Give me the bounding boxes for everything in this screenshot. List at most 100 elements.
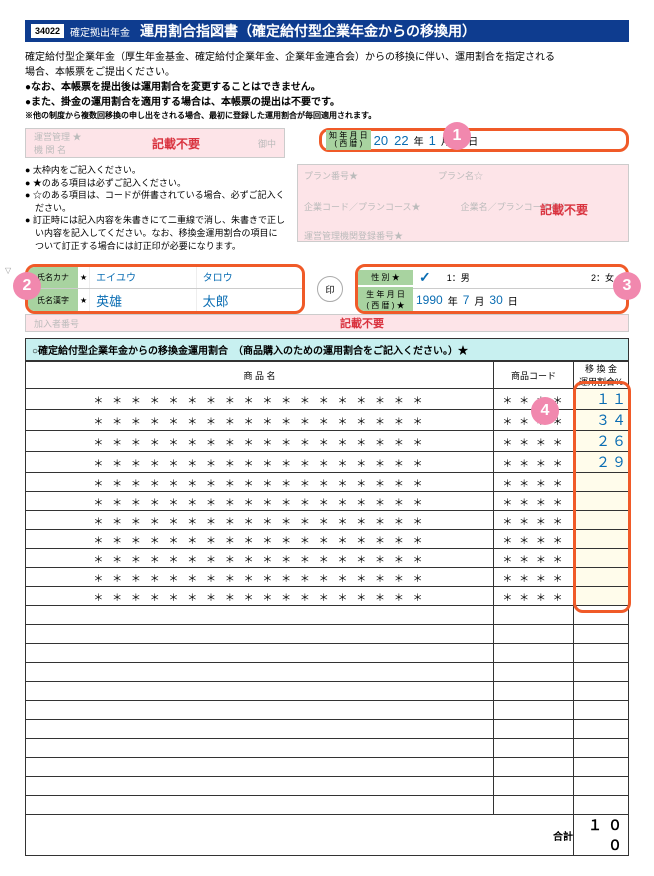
callout-3: 3 bbox=[613, 272, 641, 300]
plan-label: プラン名☆ bbox=[438, 169, 483, 182]
product-code-cell: ＊ ＊ ＊ ＊ bbox=[494, 530, 574, 549]
not-needed-text: 記載不要 bbox=[96, 315, 628, 331]
intro-line: 確定給付型企業年金（厚生年金基金、確定給付企業年金、企業年金連合会）からの移換に… bbox=[25, 50, 629, 65]
header-bar: 34022 確定拠出年金 運用割合指図書（確定給付型企業年金からの移換用） bbox=[25, 20, 629, 42]
empty-cell bbox=[26, 644, 494, 663]
percent-cell[interactable] bbox=[574, 549, 629, 568]
product-name-cell: ＊ ＊ ＊ ＊ ＊ ＊ ＊ ＊ ＊ ＊ ＊ ＊ ＊ ＊ ＊ ＊ ＊ ＊ bbox=[26, 473, 494, 492]
table-row: ＊ ＊ ＊ ＊ ＊ ＊ ＊ ＊ ＊ ＊ ＊ ＊ ＊ ＊ ＊ ＊ ＊ ＊＊ ＊ ＊… bbox=[26, 473, 629, 492]
empty-cell bbox=[494, 758, 574, 777]
product-code-cell: ＊ ＊ ＊ ＊ bbox=[494, 568, 574, 587]
instruction-list: ● 太枠内をご記入ください。 ● ★のある項目は必ずご記入ください。 ● ☆のあ… bbox=[25, 164, 285, 252]
empty-cell bbox=[574, 644, 629, 663]
member-label: 加入者番号 bbox=[26, 317, 96, 330]
percent-cell[interactable]: ３４ bbox=[574, 410, 629, 431]
bullet: ● 太枠内をご記入ください。 bbox=[25, 164, 285, 177]
callout-1: 1 bbox=[443, 122, 471, 150]
seal-circle: 印 bbox=[317, 276, 343, 302]
empty-cell bbox=[574, 720, 629, 739]
col-product-name: 商 品 名 bbox=[26, 362, 494, 389]
table-row bbox=[26, 758, 629, 777]
product-name-cell: ＊ ＊ ＊ ＊ ＊ ＊ ＊ ＊ ＊ ＊ ＊ ＊ ＊ ＊ ＊ ＊ ＊ ＊ bbox=[26, 452, 494, 473]
bullet: ● ☆のある項目は、コードが併書されている場合、必ずご記入ください。 bbox=[25, 189, 285, 214]
empty-cell bbox=[494, 701, 574, 720]
col-percent: 移 換 金 運用割合% bbox=[574, 362, 629, 389]
product-code-cell: ＊ ＊ ＊ ＊ bbox=[494, 492, 574, 511]
plan-label: プラン番号★ bbox=[304, 169, 358, 182]
table-title: ○確定給付型企業年金からの移換金運用割合 （商品購入のための運用割合をご記入くだ… bbox=[25, 338, 629, 361]
unit: 日 bbox=[506, 293, 520, 308]
product-name-cell: ＊ ＊ ＊ ＊ ＊ ＊ ＊ ＊ ＊ ＊ ＊ ＊ ＊ ＊ ＊ ＊ ＊ ＊ bbox=[26, 410, 494, 431]
not-needed-text: 記載不要 bbox=[540, 201, 588, 218]
table-row: ＊ ＊ ＊ ＊ ＊ ＊ ＊ ＊ ＊ ＊ ＊ ＊ ＊ ＊ ＊ ＊ ＊ ＊＊ ＊ ＊… bbox=[26, 587, 629, 606]
product-name-cell: ＊ ＊ ＊ ＊ ＊ ＊ ＊ ＊ ＊ ＊ ＊ ＊ ＊ ＊ ＊ ＊ ＊ ＊ bbox=[26, 431, 494, 452]
table-row bbox=[26, 644, 629, 663]
empty-cell bbox=[26, 625, 494, 644]
manager-box: 運営管理 ★ 機 関 名 記載不要 御中 bbox=[25, 128, 285, 158]
percent-cell[interactable] bbox=[574, 511, 629, 530]
sex-label: 性 別 ★ bbox=[358, 270, 413, 285]
percent-cell[interactable] bbox=[574, 587, 629, 606]
unit: 月 bbox=[472, 293, 486, 308]
intro-line: ●また、掛金の運用割合を適用する場合は、本帳票の提出は不要です。 bbox=[25, 95, 629, 110]
percent-cell[interactable]: ２６ bbox=[574, 431, 629, 452]
percent-cell[interactable] bbox=[574, 473, 629, 492]
empty-cell bbox=[574, 758, 629, 777]
empty-cell bbox=[494, 720, 574, 739]
percent-cell[interactable]: ２９ bbox=[574, 452, 629, 473]
callout-2: 2 bbox=[13, 272, 41, 300]
bullet: ● ★のある項目は必ずご記入ください。 bbox=[25, 177, 285, 190]
percent-cell[interactable] bbox=[574, 568, 629, 587]
date-year2[interactable]: 22 bbox=[391, 133, 411, 148]
product-code-cell: ＊ ＊ ＊ ＊ bbox=[494, 549, 574, 568]
date-year1[interactable]: 20 bbox=[371, 133, 391, 148]
percent-cell[interactable] bbox=[574, 530, 629, 549]
table-row bbox=[26, 720, 629, 739]
table-row bbox=[26, 663, 629, 682]
table-row bbox=[26, 777, 629, 796]
empty-cell bbox=[494, 739, 574, 758]
triangle-icon: ▽ bbox=[5, 266, 11, 275]
table-row bbox=[26, 796, 629, 815]
check-icon[interactable]: ✓ bbox=[413, 269, 437, 286]
unit: 年 bbox=[412, 133, 426, 148]
table-row: ＊ ＊ ＊ ＊ ＊ ＊ ＊ ＊ ＊ ＊ ＊ ＊ ＊ ＊ ＊ ＊ ＊ ＊＊ ＊ ＊… bbox=[26, 568, 629, 587]
name-kana-sei[interactable]: エイユウ bbox=[89, 267, 195, 288]
col-pct-l2: 運用割合% bbox=[574, 375, 628, 388]
date-label: ( 西 暦 ) bbox=[329, 140, 368, 148]
table-row bbox=[26, 682, 629, 701]
percent-cell[interactable]: １１ bbox=[574, 389, 629, 410]
dob-month[interactable]: 7 bbox=[460, 293, 473, 307]
table-row bbox=[26, 625, 629, 644]
dob-year[interactable]: 1990 bbox=[413, 293, 446, 307]
mgr-label: 運営管理 ★ bbox=[34, 130, 94, 143]
sex-option-male[interactable]: 1：男 bbox=[437, 271, 480, 284]
product-name-cell: ＊ ＊ ＊ ＊ ＊ ＊ ＊ ＊ ＊ ＊ ＊ ＊ ＊ ＊ ＊ ＊ ＊ ＊ bbox=[26, 492, 494, 511]
empty-cell bbox=[26, 682, 494, 701]
product-code-cell: ＊ ＊ ＊ ＊ bbox=[494, 431, 574, 452]
intro-line: 場合、本帳票をご提出ください。 bbox=[25, 65, 629, 80]
empty-cell bbox=[574, 701, 629, 720]
empty-cell bbox=[26, 796, 494, 815]
percent-cell[interactable] bbox=[574, 492, 629, 511]
empty-cell bbox=[494, 682, 574, 701]
empty-cell bbox=[494, 625, 574, 644]
name-kana-mei[interactable]: タロウ bbox=[196, 267, 302, 288]
product-code-cell: ＊ ＊ ＊ ＊ bbox=[494, 452, 574, 473]
date-month[interactable]: 1 bbox=[426, 133, 439, 148]
empty-cell bbox=[574, 663, 629, 682]
known-date-box: 知 年 月 日 ( 西 暦 ) 20 22 年 1 月 1 日 bbox=[319, 128, 629, 152]
table-row: ＊ ＊ ＊ ＊ ＊ ＊ ＊ ＊ ＊ ＊ ＊ ＊ ＊ ＊ ＊ ＊ ＊ ＊＊ ＊ ＊… bbox=[26, 511, 629, 530]
intro-text: 確定給付型企業年金（厚生年金基金、確定給付企業年金、企業年金連合会）からの移換に… bbox=[25, 50, 629, 122]
bullet: ● 訂正時には記入内容を朱書きにて二重線で消し、朱書きで正しい内容を記入してくだ… bbox=[25, 214, 285, 252]
name-kanji-sei[interactable]: 英雄 bbox=[89, 289, 195, 311]
empty-cell bbox=[494, 644, 574, 663]
name-kanji-mei[interactable]: 太郎 bbox=[196, 289, 302, 311]
table-row: ＊ ＊ ＊ ＊ ＊ ＊ ＊ ＊ ＊ ＊ ＊ ＊ ＊ ＊ ＊ ＊ ＊ ＊＊ ＊ ＊… bbox=[26, 492, 629, 511]
product-name-cell: ＊ ＊ ＊ ＊ ＊ ＊ ＊ ＊ ＊ ＊ ＊ ＊ ＊ ＊ ＊ ＊ ＊ ＊ bbox=[26, 530, 494, 549]
product-code-cell: ＊ ＊ ＊ ＊ bbox=[494, 473, 574, 492]
table-row bbox=[26, 739, 629, 758]
dob-day[interactable]: 30 bbox=[486, 293, 505, 307]
product-name-cell: ＊ ＊ ＊ ＊ ＊ ＊ ＊ ＊ ＊ ＊ ＊ ＊ ＊ ＊ ＊ ＊ ＊ ＊ bbox=[26, 568, 494, 587]
empty-cell bbox=[494, 663, 574, 682]
